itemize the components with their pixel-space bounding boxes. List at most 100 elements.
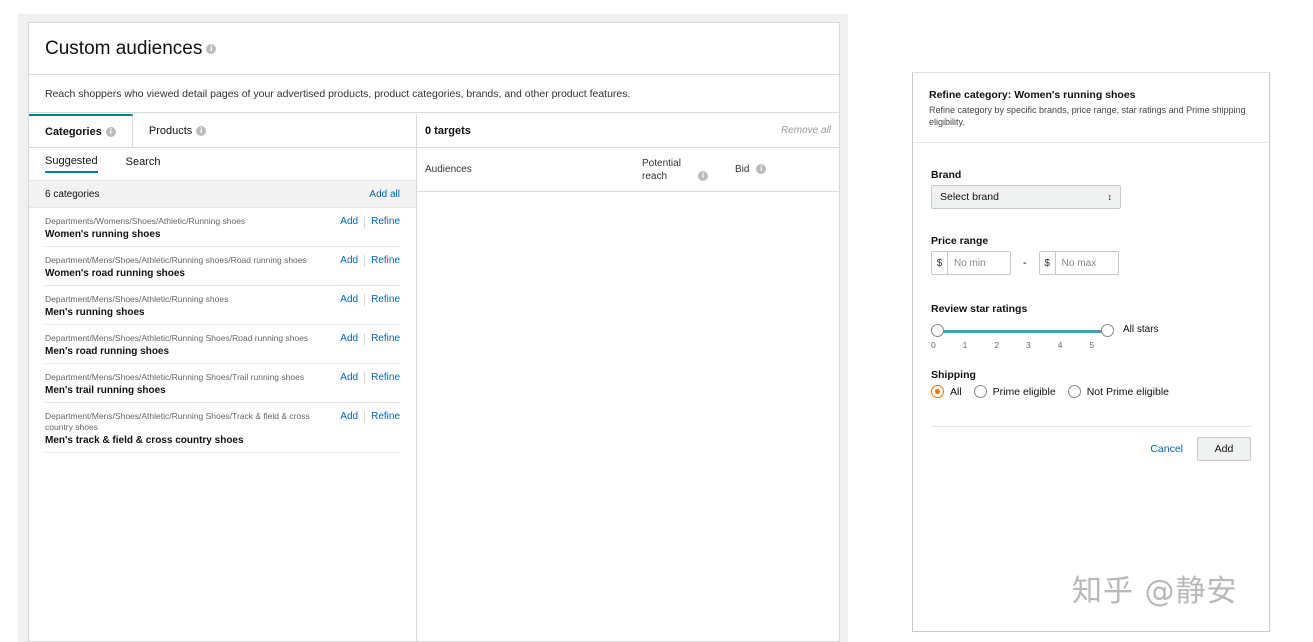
slider-min-handle[interactable]	[931, 324, 944, 337]
column-audiences: Audiences	[425, 164, 472, 175]
add-category-button[interactable]: Add	[340, 372, 358, 383]
category-path: Departments/Womens/Shoes/Athletic/Runnin…	[45, 216, 246, 226]
price-min-placeholder: No min	[954, 257, 986, 269]
category-path: Department/Mens/Shoes/Athletic/Running s…	[45, 255, 307, 265]
column-label: Potential reach	[642, 157, 681, 182]
category-actions: Add Refine	[340, 411, 400, 446]
shipping-radio-option[interactable]: Not Prime eligible	[1067, 385, 1169, 398]
currency-symbol: $	[932, 252, 948, 274]
refine-category-button[interactable]: Refine	[371, 255, 400, 266]
add-category-button[interactable]: Add	[340, 255, 358, 266]
shipping-radio-option[interactable]: Prime eligible	[973, 385, 1056, 398]
info-icon[interactable]: i	[206, 43, 217, 54]
slider-tick-label: 5	[1089, 340, 1095, 350]
columns: Categories i Products i Suggested Search…	[29, 114, 839, 641]
category-text: Department/Mens/Shoes/Athletic/Running S…	[45, 333, 327, 357]
category-name: Women's road running shoes	[45, 268, 185, 279]
subtabs: Suggested Search	[29, 148, 416, 180]
category-row: Department/Mens/Shoes/Athletic/Running s…	[45, 286, 400, 325]
add-category-button[interactable]: Add	[340, 216, 358, 227]
tab-label: Categories	[45, 125, 102, 138]
category-path: Department/Mens/Shoes/Athletic/Running S…	[45, 372, 305, 382]
targets-count: 0 targets	[425, 124, 471, 137]
radio-button-icon[interactable]	[973, 385, 987, 398]
info-icon[interactable]: i	[698, 170, 708, 181]
price-max-placeholder: No max	[1061, 257, 1097, 269]
category-path: Department/Mens/Shoes/Athletic/Running s…	[45, 294, 229, 304]
add-category-button[interactable]: Add	[340, 411, 358, 422]
star-rating-slider[interactable]: 0 1 2 3 4 5 All stars	[931, 323, 1251, 359]
shipping-radio-option[interactable]: All	[931, 385, 962, 398]
dialog-footer: Cancel Add	[931, 426, 1251, 461]
radio-button-icon[interactable]	[931, 385, 944, 398]
price-range-label: Price range	[931, 235, 989, 247]
dialog-title: Refine category: Women's running shoes	[929, 89, 1136, 101]
tab-categories[interactable]: Categories i	[29, 114, 133, 147]
tab-products[interactable]: Products i	[132, 114, 223, 147]
card-description: Reach shoppers who viewed detail pages o…	[29, 75, 839, 113]
radio-button-icon[interactable]	[1067, 385, 1081, 398]
add-category-button[interactable]: Add	[340, 333, 358, 344]
slider-tick-label: 0	[931, 340, 936, 350]
dialog-body: Brand Select brand ↕ Price range $ No mi…	[913, 143, 1269, 398]
divider	[364, 294, 366, 306]
price-separator: -	[1023, 257, 1027, 269]
category-row: Department/Mens/Shoes/Athletic/Running S…	[45, 325, 400, 364]
slider-track	[937, 330, 1107, 333]
slider-max-handle[interactable]	[1101, 324, 1114, 337]
review-ratings-label: Review star ratings	[931, 303, 1028, 315]
radio-label: Not Prime eligible	[1086, 385, 1169, 398]
info-icon[interactable]: i	[756, 164, 767, 175]
refine-category-button[interactable]: Refine	[371, 411, 400, 422]
info-icon[interactable]: i	[105, 126, 116, 137]
remove-all-button[interactable]: Remove all	[781, 125, 831, 136]
refine-category-button[interactable]: Refine	[371, 372, 400, 383]
slider-ticks: 0 1 2 3 4 5	[931, 340, 1121, 350]
brand-select[interactable]: Select brand ↕	[931, 185, 1121, 209]
select-arrows-icon: ↕	[1107, 192, 1113, 202]
category-name: Men's track & field & cross country shoe…	[45, 435, 244, 446]
tab-label: Products	[148, 124, 193, 137]
refine-category-dialog: Refine category: Women's running shoes R…	[912, 72, 1270, 632]
category-name: Men's trail running shoes	[45, 385, 166, 396]
dialog-subtitle: Refine category by specific brands, pric…	[929, 105, 1246, 127]
category-path: Department/Mens/Shoes/Athletic/Running S…	[45, 333, 309, 343]
cancel-button[interactable]: Cancel	[1150, 443, 1183, 455]
subtab-search[interactable]: Search	[126, 156, 161, 172]
category-path: Department/Mens/Shoes/Athletic/Running S…	[45, 411, 310, 432]
watermark: 知乎 @静安	[1072, 574, 1238, 609]
price-range-row: $ No min - $ No max	[931, 251, 1251, 275]
shipping-options: All Prime eligible Not Prime eligible	[931, 385, 1251, 398]
custom-audiences-panel: Custom audiences i Reach shoppers who vi…	[18, 14, 848, 642]
price-max-field[interactable]: $ No max	[1038, 251, 1119, 275]
divider	[364, 333, 366, 345]
category-row: Departments/Womens/Shoes/Athletic/Runnin…	[45, 208, 400, 247]
category-actions: Add Refine	[340, 333, 400, 357]
category-row: Department/Mens/Shoes/Athletic/Running s…	[45, 247, 400, 286]
category-name: Men's running shoes	[45, 307, 145, 318]
subtab-suggested[interactable]: Suggested	[45, 155, 98, 173]
add-all-button[interactable]: Add all	[369, 189, 400, 200]
divider	[364, 216, 366, 228]
category-count-bar: 6 categories Add all	[29, 180, 416, 208]
currency-symbol: $	[1040, 252, 1056, 274]
targets-column: 0 targets Remove all Audiences Potential…	[417, 114, 839, 641]
add-button[interactable]: Add	[1197, 437, 1251, 461]
refine-category-button[interactable]: Refine	[371, 333, 400, 344]
slider-tick-label: 2	[994, 340, 1000, 350]
refine-category-button[interactable]: Refine	[371, 294, 400, 305]
radio-label: Prime eligible	[992, 385, 1056, 398]
add-category-button[interactable]: Add	[340, 294, 358, 305]
info-icon[interactable]: i	[196, 125, 207, 136]
category-column: Categories i Products i Suggested Search…	[29, 114, 417, 641]
category-row: Department/Mens/Shoes/Athletic/Running S…	[45, 403, 400, 453]
category-name: Men's road running shoes	[45, 346, 170, 357]
price-min-field[interactable]: $ No min	[931, 251, 1011, 275]
brand-select-value: Select brand	[940, 191, 999, 203]
refine-category-button[interactable]: Refine	[371, 216, 400, 227]
slider-tick-label: 4	[1057, 340, 1063, 350]
page-title: Custom audiences	[45, 37, 203, 59]
divider	[364, 255, 366, 267]
category-actions: Add Refine	[340, 216, 400, 240]
category-text: Departments/Womens/Shoes/Athletic/Runnin…	[45, 216, 327, 240]
